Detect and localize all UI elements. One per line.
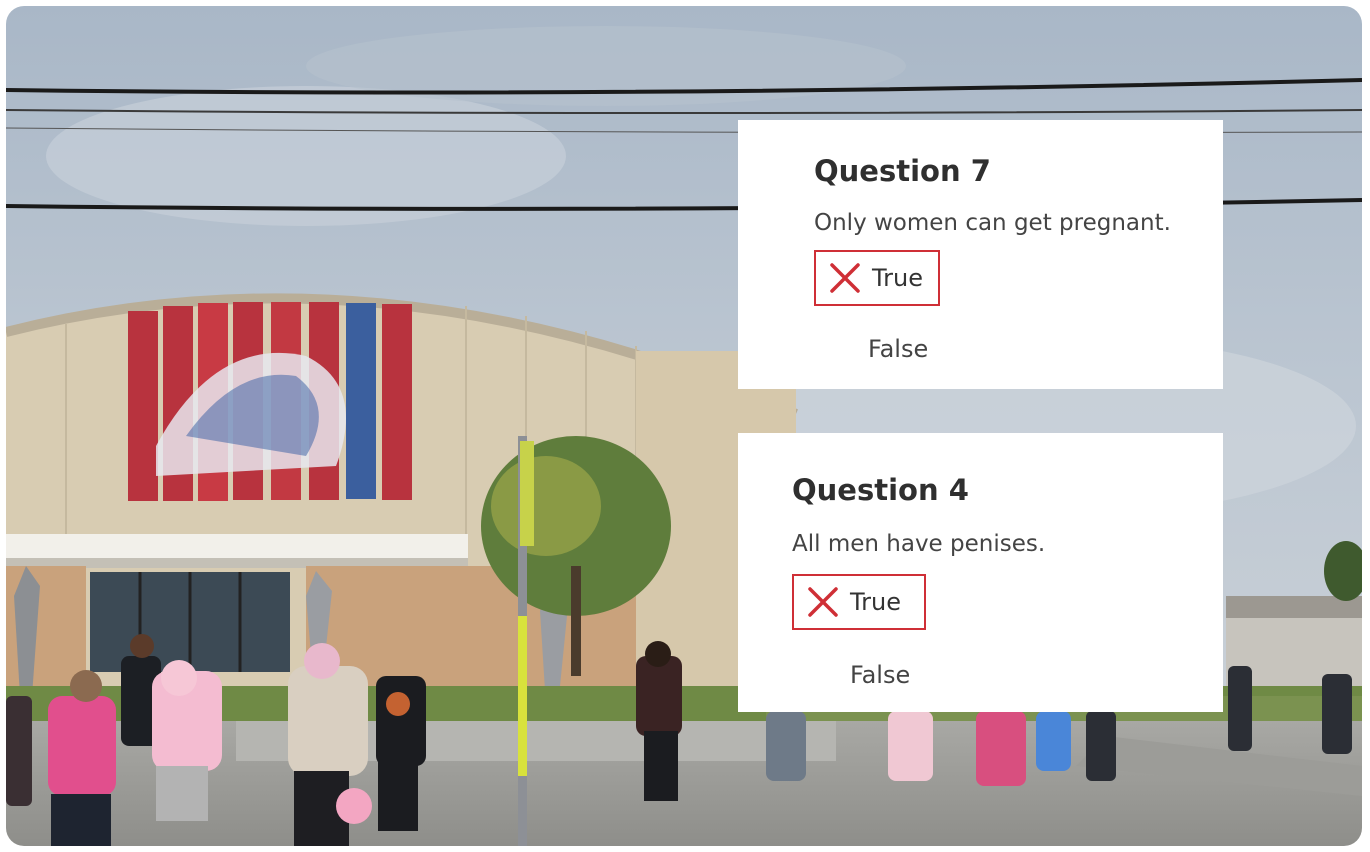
- quiz-card-question-7: Question 7 Only women can get pregnant. …: [738, 120, 1223, 389]
- question-title: Question 7: [814, 154, 991, 188]
- question-text: All men have penises.: [792, 531, 1046, 557]
- answer-label: True: [850, 588, 901, 616]
- quiz-card-question-4: Question 4 All men have penises. True Fa…: [738, 433, 1223, 712]
- question-title: Question 4: [792, 473, 969, 507]
- entrance-canopy: [6, 534, 468, 558]
- selected-answer-true[interactable]: True: [792, 574, 926, 630]
- answer-option-false[interactable]: False: [850, 661, 910, 689]
- selected-answer-true[interactable]: True: [814, 250, 940, 306]
- x-mark-icon: [808, 587, 838, 617]
- x-mark-icon: [830, 263, 860, 293]
- photo-frame: Question 7 Only women can get pregnant. …: [6, 6, 1362, 846]
- answer-option-false[interactable]: False: [868, 335, 928, 363]
- answer-label: True: [872, 264, 923, 292]
- question-text: Only women can get pregnant.: [814, 210, 1171, 236]
